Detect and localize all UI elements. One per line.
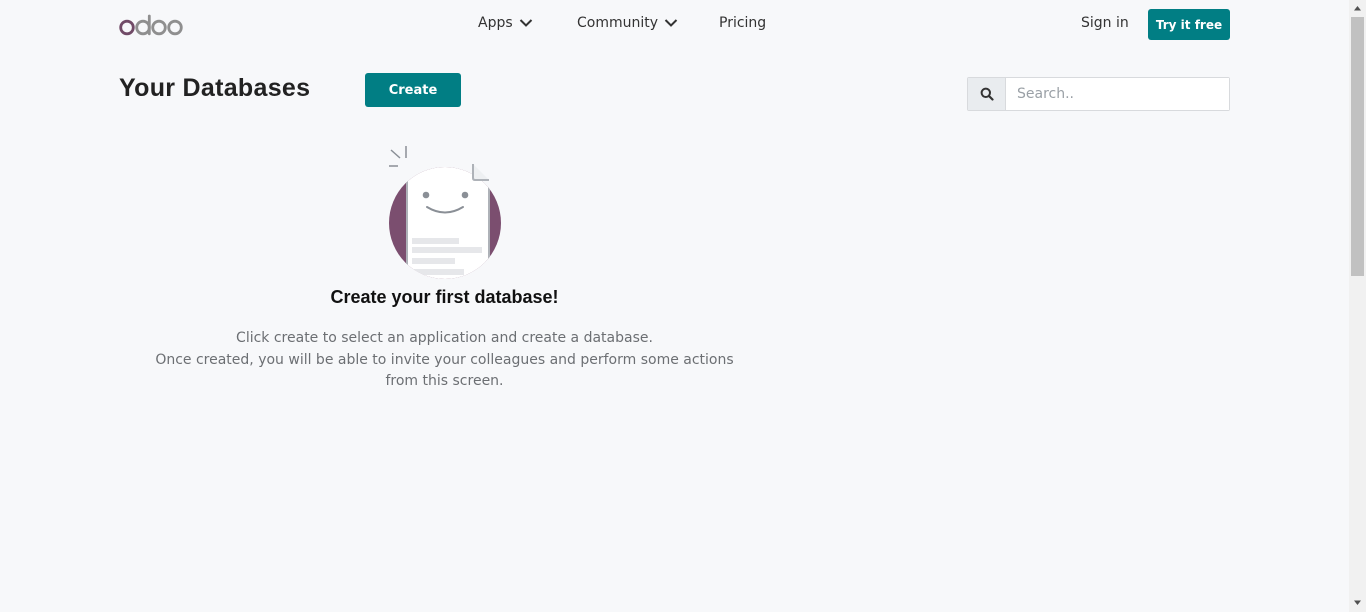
- search-input[interactable]: [1006, 78, 1229, 110]
- vertical-scrollbar[interactable]: [1349, 0, 1366, 612]
- create-button[interactable]: Create: [365, 73, 461, 107]
- nav-pricing[interactable]: Pricing: [719, 15, 766, 31]
- search-icon: [980, 87, 994, 101]
- nav-community[interactable]: Community: [577, 15, 678, 31]
- sign-in-link[interactable]: Sign in: [1081, 15, 1129, 31]
- empty-state-line-1: Click create to select an application an…: [236, 330, 653, 346]
- page: Apps Community Pricing Sign in Try it fr…: [0, 0, 1349, 612]
- scrollbar-thumb[interactable]: [1351, 17, 1364, 276]
- top-navbar: Apps Community Pricing Sign in Try it fr…: [0, 0, 1349, 50]
- empty-state-text: Click create to select an application an…: [137, 328, 752, 393]
- empty-state-line-2: Once created, you will be able to invite…: [155, 351, 734, 390]
- chevron-down-icon: [519, 19, 532, 27]
- page-title: Your Databases: [119, 74, 311, 102]
- odoo-logo[interactable]: [119, 13, 183, 37]
- nav-apps-label: Apps: [478, 15, 513, 31]
- try-it-free-button[interactable]: Try it free: [1148, 9, 1230, 40]
- scroll-down-arrow-icon[interactable]: [1353, 598, 1362, 607]
- scroll-up-arrow-icon[interactable]: [1353, 4, 1362, 13]
- search-box: [967, 77, 1230, 111]
- nav-pricing-label: Pricing: [719, 15, 767, 31]
- nav-community-label: Community: [577, 15, 659, 31]
- empty-state-title: Create your first database!: [330, 287, 559, 307]
- chevron-down-icon: [664, 19, 678, 27]
- empty-document-icon: [389, 146, 501, 279]
- nav-apps[interactable]: Apps: [478, 15, 533, 31]
- search-button[interactable]: [968, 78, 1006, 110]
